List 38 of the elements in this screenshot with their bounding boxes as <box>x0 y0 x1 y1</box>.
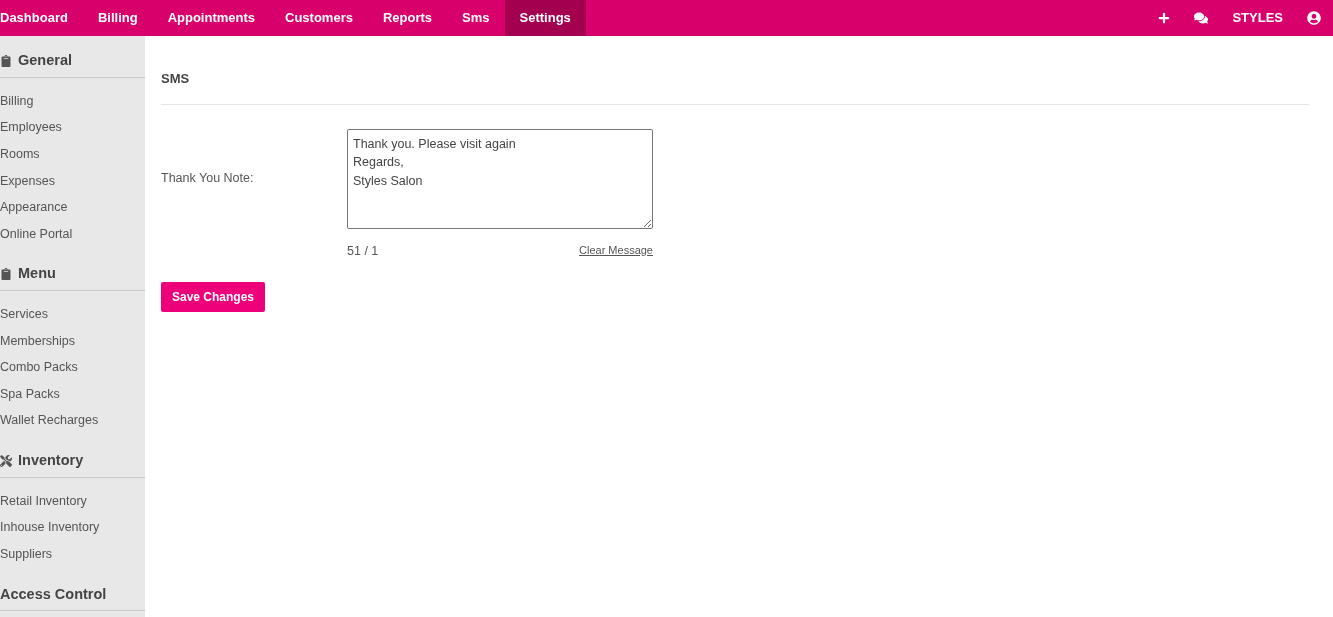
sidebar-link[interactable]: Employees <box>0 114 145 141</box>
nav-tab[interactable]: Appointments <box>152 0 270 36</box>
nav-tab[interactable]: Billing <box>82 0 153 36</box>
section-title: Access Control <box>0 584 107 604</box>
clipboard-icon <box>0 268 12 281</box>
account-link[interactable]: STYLES <box>1232 8 1283 28</box>
section-title: SMS <box>161 69 1309 105</box>
sidebar-link[interactable]: Appearance <box>0 194 145 221</box>
user-icon[interactable] <box>1307 11 1321 25</box>
sidebar-link[interactable]: Services <box>0 301 145 328</box>
nav-tab[interactable]: Sms <box>447 0 505 36</box>
sidebar-link[interactable]: Billing <box>0 87 145 115</box>
sidebar-link[interactable]: Suppliers <box>0 540 145 568</box>
character-counter: 51 / 1 <box>347 242 379 260</box>
nav-tab[interactable]: Settings <box>504 0 586 36</box>
sidebar-link[interactable]: Rooms <box>0 140 145 168</box>
field-label: Thank You Note: <box>161 170 254 188</box>
sidebar-link[interactable]: Combo Packs <box>0 354 145 381</box>
clear-message-link[interactable]: Clear Message <box>579 241 653 261</box>
nav-tab[interactable]: Dashboard <box>0 0 83 36</box>
nav-tab[interactable]: Customers <box>270 0 368 36</box>
section-title: Inventory <box>18 451 84 471</box>
sidebar-link[interactable]: Expenses <box>0 167 145 195</box>
sidebar-link[interactable]: Memberships <box>0 327 145 355</box>
sidebar-link[interactable]: Retail Inventory <box>0 487 145 515</box>
sidebar-link[interactable]: Online Portal <box>0 220 145 248</box>
message-textarea[interactable]: Thank you. Please visit again Regards, Styles Salon <box>347 128 653 229</box>
section-title: Menu <box>18 264 56 284</box>
sidebar-link[interactable]: Wallet Recharges <box>0 407 145 435</box>
nav-tab[interactable]: Reports <box>367 0 448 36</box>
sidebar-link[interactable]: Inhouse Inventory <box>0 514 145 541</box>
chat-icon[interactable] <box>1194 11 1209 25</box>
clipboard-icon <box>0 54 12 67</box>
add-icon[interactable] <box>1158 12 1171 24</box>
tools-icon <box>0 454 12 467</box>
save-changes-button[interactable]: Save Changes <box>161 282 266 313</box>
sidebar-link[interactable]: Spa Packs <box>0 380 145 408</box>
section-title: General <box>18 51 72 70</box>
